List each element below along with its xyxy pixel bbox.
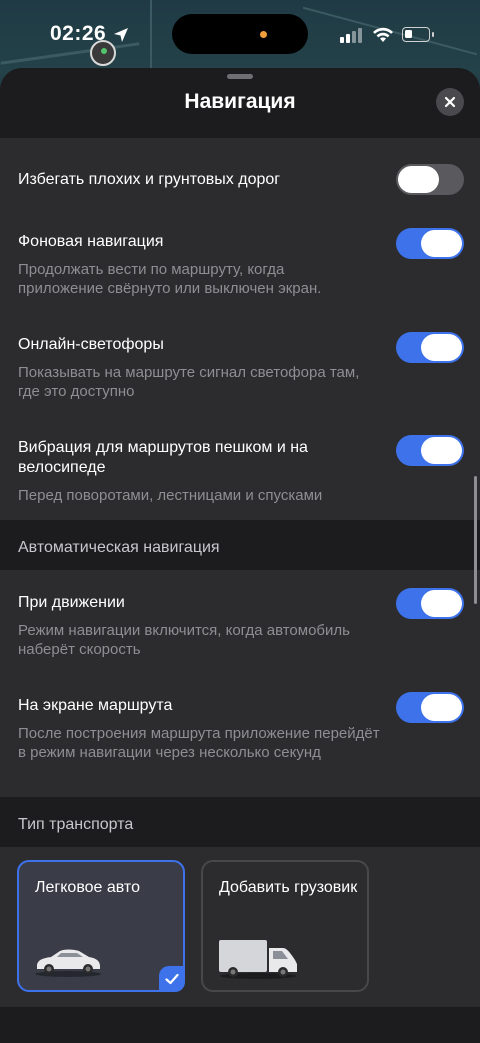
status-bar: 02:26 — [0, 0, 480, 66]
auto-navigation-card: При движении Режим навигации включится, … — [0, 570, 480, 797]
toggle-knob — [421, 694, 462, 721]
toggle-knob — [398, 166, 439, 193]
truck-icon — [219, 940, 297, 979]
toggle-knob — [421, 230, 462, 257]
transport-card: Легковое авто Добавить грузовик — [0, 847, 480, 1007]
avoid-bad-roads-toggle[interactable] — [396, 164, 464, 195]
selected-check-badge — [159, 966, 185, 992]
privacy-indicator-dot — [260, 31, 267, 38]
battery-icon — [402, 27, 434, 42]
online-traffic-lights-toggle[interactable] — [396, 332, 464, 363]
setting-description: Режим навигации включится, когда автомоб… — [18, 622, 350, 658]
toggle-knob — [421, 437, 462, 464]
vehicle-label: Легковое авто — [35, 879, 140, 896]
section-header-transport: Тип транспорта — [18, 816, 134, 833]
setting-row-background-navigation: Фоновая навигация Продолжать вести по ма… — [18, 232, 358, 298]
checkmark-icon — [165, 973, 179, 985]
toggle-knob — [421, 590, 462, 617]
wifi-icon — [373, 27, 393, 42]
vehicle-option-car[interactable]: Легковое авто — [17, 860, 185, 992]
settings-card: Избегать плохих и грунтовых дорог Фонова… — [0, 138, 480, 520]
setting-title: Вибрация для маршрутов пешком и на велос… — [18, 439, 308, 476]
location-arrow-icon — [114, 28, 128, 42]
setting-title: На экране маршрута — [18, 697, 173, 714]
close-button[interactable] — [436, 88, 464, 116]
setting-title: Фоновая навигация — [18, 233, 164, 250]
background-navigation-toggle[interactable] — [396, 228, 464, 259]
car-icon — [35, 949, 101, 977]
vehicle-option-truck[interactable]: Добавить грузовик — [201, 860, 369, 992]
setting-description: После построения маршрута приложение пер… — [18, 725, 380, 761]
status-time: 02:26 — [50, 22, 107, 45]
dynamic-island — [172, 14, 308, 54]
sheet-drag-handle[interactable] — [227, 74, 253, 79]
setting-row-vibration: Вибрация для маршрутов пешком и на велос… — [18, 438, 368, 505]
scrollbar[interactable] — [474, 476, 477, 604]
sheet-title: Навигация — [184, 90, 296, 113]
close-icon — [444, 96, 456, 108]
setting-title: Онлайн-светофоры — [18, 336, 164, 353]
vibration-toggle[interactable] — [396, 435, 464, 466]
cellular-signal-icon — [340, 28, 362, 43]
vehicle-label: Добавить грузовик — [219, 879, 358, 896]
setting-row-online-traffic-lights: Онлайн-светофоры Показывать на маршруте … — [18, 335, 368, 401]
section-header-auto-navigation: Автоматическая навигация — [18, 539, 220, 556]
setting-description: Перед поворотами, лестницами и спусками — [18, 487, 323, 504]
toggle-knob — [421, 334, 462, 361]
setting-description: Продолжать вести по маршруту, когда прил… — [18, 261, 322, 297]
setting-description: Показывать на маршруте сигнал светофора … — [18, 364, 360, 400]
on-route-screen-toggle[interactable] — [396, 692, 464, 723]
on-movement-toggle[interactable] — [396, 588, 464, 619]
navigation-settings-sheet: Навигация Избегать плохих и грунтовых до… — [0, 68, 480, 1043]
setting-row-on-route-screen: На экране маршрута После построения марш… — [18, 696, 388, 762]
setting-row-on-movement: При движении Режим навигации включится, … — [18, 593, 368, 659]
setting-title: При движении — [18, 594, 125, 611]
